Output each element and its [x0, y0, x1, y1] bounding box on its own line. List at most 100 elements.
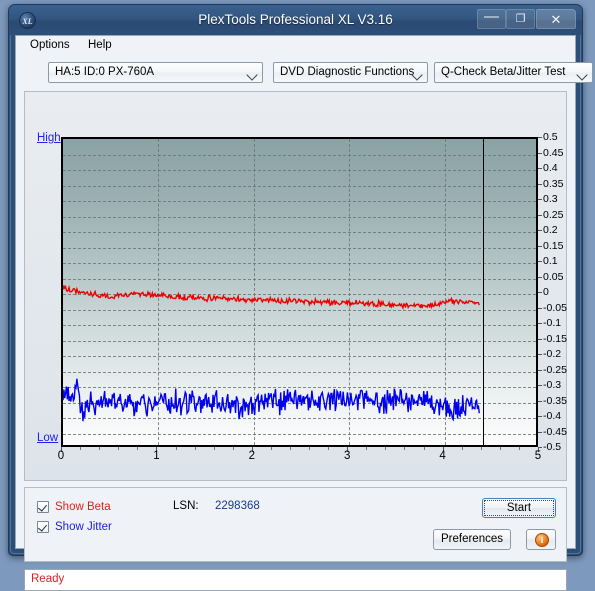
close-icon: ✕ [550, 12, 562, 27]
y-axis-tick [538, 245, 542, 247]
x-axis-minor-tick [309, 447, 310, 450]
menu-bar: Options Help [16, 36, 575, 58]
x-axis-minor-tick [270, 447, 272, 450]
y-axis-tick [538, 230, 542, 231]
chevron-down-icon[interactable] [408, 63, 427, 82]
y-axis-tick [538, 152, 542, 154]
test-select[interactable]: Q-Check Beta/Jitter Test [434, 62, 593, 83]
y-axis-label: -0.4 [543, 410, 562, 422]
preferences-button[interactable]: Preferences [433, 529, 511, 550]
plot-area [61, 137, 538, 447]
start-button-label: Start [506, 502, 532, 514]
y-axis-label: -0.25 [543, 363, 567, 376]
x-axis-label: 4 [439, 450, 446, 462]
x-axis-minor-tick [80, 447, 82, 450]
lsn-value: 2298368 [215, 500, 260, 512]
show-jitter-label: Show Jitter [55, 521, 112, 533]
y-axis-tick [538, 338, 542, 340]
y-axis-label: 0.45 [543, 146, 564, 159]
info-button[interactable]: i [526, 529, 556, 550]
y-axis-tick [538, 323, 542, 324]
x-axis-minor-tick [232, 447, 234, 450]
y-axis-tick [538, 292, 542, 293]
x-axis-label: 2 [248, 450, 255, 462]
y-axis-label: 0.2 [543, 224, 558, 236]
controls-panel: Show Beta Show Jitter LSN: 2298368 Start… [24, 487, 567, 562]
y-axis-tick [538, 431, 542, 433]
x-axis-minor-tick [499, 447, 501, 450]
y-axis-label: 0.15 [543, 239, 564, 252]
x-axis-label: 1 [153, 450, 160, 462]
y-axis-label: -0.15 [543, 332, 567, 345]
show-beta-checkbox[interactable] [37, 501, 49, 513]
x-axis-label: 0 [57, 450, 65, 462]
title-bar[interactable]: XL PlexTools Professional XL V3.16 — ❐ ✕ [9, 5, 582, 35]
close-button[interactable]: ✕ [536, 9, 576, 29]
trace-jitter [63, 378, 480, 422]
menu-help-label: Help [88, 39, 112, 51]
y-axis-label: 0.25 [543, 208, 564, 221]
x-axis-minor-tick [213, 447, 215, 450]
application-window: XL PlexTools Professional XL V3.16 — ❐ ✕… [8, 4, 593, 591]
y-axis-label: 0.4 [543, 162, 558, 174]
chevron-down-icon[interactable] [573, 63, 592, 82]
x-axis-minor-tick [194, 447, 196, 450]
x-axis-minor-tick [290, 447, 291, 450]
y-axis-tick [538, 168, 542, 169]
y-axis-label: -0.45 [543, 425, 567, 438]
maximize-icon: ❐ [515, 13, 526, 25]
y-axis-label: -0.35 [543, 394, 567, 407]
status-bar: Ready [24, 569, 567, 591]
y-axis-tick [538, 276, 542, 278]
x-axis-minor-tick [137, 447, 139, 450]
y-axis-tick [538, 214, 542, 216]
axis-label-high: High [37, 132, 61, 144]
lsn-label: LSN: [173, 500, 199, 512]
x-axis-minor-tick [461, 447, 463, 450]
y-axis-tick [538, 261, 542, 262]
y-axis-label: -0.1 [543, 317, 562, 329]
x-axis-minor-tick [518, 447, 520, 450]
y-axis-tick [538, 416, 542, 417]
start-button[interactable]: Start [482, 498, 556, 518]
chart-panel: High Low 0.5 0.45 0.4 0.35 0.3 0.25 0.2 0.15 0.1… [24, 91, 567, 481]
y-axis-label: 0.3 [543, 193, 558, 205]
chevron-down-icon[interactable] [243, 63, 262, 82]
menu-options-label: Options [30, 39, 70, 51]
x-axis-minor-tick [423, 447, 425, 450]
y-axis-label: 0.05 [543, 270, 564, 283]
x-axis-minor-tick [480, 447, 482, 450]
test-select-value: Q-Check Beta/Jitter Test [441, 66, 566, 78]
trace-beta [63, 284, 480, 311]
info-icon: i [535, 533, 549, 547]
x-axis-label: 3 [343, 450, 351, 462]
y-axis-tick [538, 199, 542, 200]
show-beta-label: Show Beta [55, 501, 111, 513]
function-select[interactable]: DVD Diagnostic Functions [273, 62, 428, 83]
menu-item-options[interactable]: Options [26, 39, 74, 54]
y-axis-tick [538, 354, 542, 355]
x-axis-minor-tick [175, 447, 177, 450]
y-axis-tick [538, 183, 542, 185]
y-axis-tick [538, 307, 542, 309]
y-axis-label: -0.2 [543, 348, 562, 360]
drive-select[interactable]: HA:5 ID:0 PX-760A [48, 62, 263, 83]
x-axis-minor-tick [99, 447, 101, 450]
toolbar-combo-row: HA:5 ID:0 PX-760A DVD Diagnostic Functio… [16, 57, 593, 88]
axis-label-low: Low [37, 432, 59, 444]
y-axis-tick [538, 137, 542, 138]
y-axis-label: 0.1 [543, 255, 558, 267]
maximize-button[interactable]: ❐ [506, 9, 535, 29]
x-axis-label: 5 [534, 450, 542, 462]
y-axis-label: -0.05 [543, 301, 567, 314]
drive-select-value: HA:5 ID:0 PX-760A [55, 66, 155, 78]
minimize-button[interactable]: — [477, 9, 506, 29]
show-jitter-checkbox[interactable] [37, 521, 49, 533]
menu-item-help[interactable]: Help [84, 39, 116, 54]
status-text: Ready [31, 573, 65, 585]
function-select-value: DVD Diagnostic Functions [280, 66, 415, 78]
x-axis-minor-tick [385, 447, 387, 450]
minimize-icon: — [484, 8, 499, 25]
trace-svg [63, 284, 480, 422]
y-axis-tick [538, 385, 542, 386]
